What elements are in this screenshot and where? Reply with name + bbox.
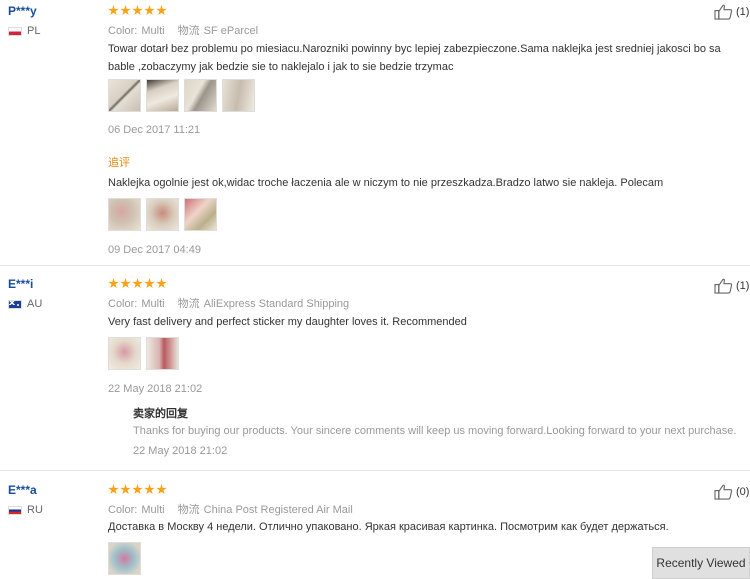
star-icon bbox=[120, 5, 131, 16]
star-icon bbox=[132, 278, 143, 289]
review-text: Very fast delivery and perfect sticker m… bbox=[108, 316, 467, 328]
review-text: Доставка в Москву 4 недели. Отлично упак… bbox=[108, 521, 669, 533]
star-icon bbox=[120, 484, 131, 495]
review-photo[interactable] bbox=[184, 79, 217, 112]
additional-review-label: 追评 bbox=[108, 157, 130, 169]
star-icon bbox=[120, 278, 131, 289]
star-icon bbox=[144, 5, 155, 16]
review-date: 22 May 2018 21:02 bbox=[108, 383, 203, 395]
reviewer-name[interactable]: E***i bbox=[8, 277, 33, 291]
thumbs-up-icon bbox=[714, 4, 733, 20]
flag-icon bbox=[8, 26, 22, 36]
helpful-button[interactable]: (1) bbox=[714, 4, 749, 20]
seller-reply-text: Thanks for buying our products. Your sin… bbox=[133, 425, 737, 437]
recently-viewed-button[interactable]: Recently Viewed bbox=[652, 547, 750, 579]
star-icon bbox=[108, 278, 119, 289]
additional-review-text: Naklejka ogolnie jest ok,widac troche ła… bbox=[108, 177, 664, 189]
review-photos bbox=[108, 337, 179, 370]
review-divider bbox=[0, 265, 750, 266]
star-icon bbox=[132, 5, 143, 16]
helpful-button[interactable]: (1) bbox=[714, 278, 749, 294]
star-icon bbox=[156, 278, 167, 289]
shipping-value: SF eParcel bbox=[203, 25, 259, 37]
additional-review-date: 09 Dec 2017 04:49 bbox=[108, 244, 201, 256]
flag-icon bbox=[8, 299, 22, 309]
seller-reply-date: 22 May 2018 21:02 bbox=[133, 445, 228, 457]
shipping-value: China Post Registered Air Mail bbox=[203, 504, 353, 516]
color-label: Color: bbox=[108, 504, 138, 516]
star-icon bbox=[156, 5, 167, 16]
color-value: Multi bbox=[141, 25, 165, 37]
review-photo[interactable] bbox=[184, 198, 217, 231]
review-photo[interactable] bbox=[108, 542, 141, 575]
country-code: AU bbox=[27, 298, 43, 310]
seller-reply-title: 卖家的回复 bbox=[133, 408, 188, 420]
review-divider bbox=[0, 470, 750, 471]
star-rating bbox=[108, 484, 167, 495]
review-photo[interactable] bbox=[146, 198, 179, 231]
helpful-count: (1) bbox=[736, 6, 750, 18]
helpful-count: (0) bbox=[736, 486, 750, 498]
country-code: PL bbox=[27, 25, 41, 37]
review-date: 06 Dec 2017 11:21 bbox=[108, 124, 201, 136]
helpful-button[interactable]: (0) bbox=[714, 484, 749, 500]
review-photos bbox=[108, 79, 255, 112]
review-photo[interactable] bbox=[108, 337, 141, 370]
shipping-label: 物流 bbox=[177, 504, 200, 516]
star-icon bbox=[156, 484, 167, 495]
review-photo[interactable] bbox=[108, 198, 141, 231]
color-value: Multi bbox=[141, 298, 165, 310]
review-text-line: Towar dotarł bez problemu po miesiacu.Na… bbox=[108, 43, 721, 55]
reviewer-name[interactable]: P***y bbox=[8, 4, 37, 18]
review-photo[interactable] bbox=[222, 79, 255, 112]
review-photo[interactable] bbox=[146, 79, 179, 112]
shipping-label: 物流 bbox=[177, 25, 200, 37]
reviewer-country: RU bbox=[8, 504, 43, 516]
shipping-value: AliExpress Standard Shipping bbox=[203, 298, 350, 310]
review-text-line: bable ,zobaczymy jak bedzie sie to nakle… bbox=[108, 61, 454, 73]
helpful-count: (1) bbox=[736, 280, 750, 292]
star-icon bbox=[108, 5, 119, 16]
review-photo[interactable] bbox=[146, 337, 179, 370]
review-text: Towar dotarł bez problemu po miesiacu.Na… bbox=[108, 40, 738, 76]
color-label: Color: bbox=[108, 298, 138, 310]
flag-icon bbox=[8, 505, 22, 515]
star-icon bbox=[144, 278, 155, 289]
star-icon bbox=[144, 484, 155, 495]
star-icon bbox=[108, 484, 119, 495]
order-info: Color: Multi 物流 SF eParcel bbox=[108, 22, 258, 38]
star-rating bbox=[108, 5, 167, 16]
review-photo[interactable] bbox=[108, 79, 141, 112]
reviewer-country: AU bbox=[8, 298, 42, 310]
order-info: Color: Multi 物流 China Post Registered Air … bbox=[108, 501, 353, 517]
country-code: RU bbox=[27, 504, 43, 516]
reviewer-name[interactable]: E***a bbox=[8, 483, 37, 497]
order-info: Color: Multi 物流 AliExpress Standard Shippi… bbox=[108, 295, 349, 311]
star-rating bbox=[108, 278, 167, 289]
additional-review-photos bbox=[108, 198, 217, 231]
star-icon bbox=[132, 484, 143, 495]
thumbs-up-icon bbox=[714, 484, 733, 500]
color-value: Multi bbox=[141, 504, 165, 516]
shipping-label: 物流 bbox=[177, 298, 200, 310]
color-label: Color: bbox=[108, 25, 138, 37]
reviewer-country: PL bbox=[8, 25, 40, 37]
thumbs-up-icon bbox=[714, 278, 733, 294]
review-photos bbox=[108, 542, 141, 575]
